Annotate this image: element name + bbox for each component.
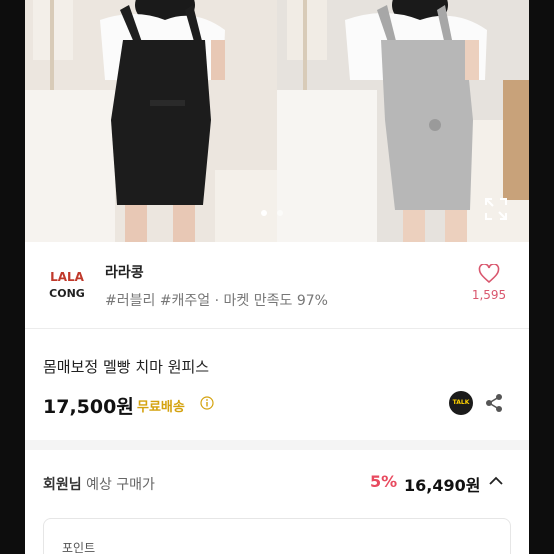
discount-rate: 5% [370, 472, 398, 491]
member-price: 16,490원 [404, 476, 481, 495]
chevron-up-icon[interactable] [488, 473, 504, 489]
heart-icon [478, 264, 500, 284]
gallery-pagination [261, 210, 283, 216]
product-image-gallery[interactable] [25, 0, 529, 242]
like-count: 1,595 [471, 288, 507, 302]
member-price-label: 회원님 예상 구매가 [43, 474, 155, 494]
member-label-bold: 회원님 [43, 477, 82, 493]
shop-tags: #러블리 #캐주얼 · 마켓 만족도 97% [105, 293, 328, 309]
product-title: 몸매보정 멜빵 치마 원피스 [43, 358, 210, 376]
shop-name[interactable]: 라라콩 [105, 262, 144, 282]
shipping-badge: 무료배송 [137, 400, 185, 415]
member-label-rest: 예상 구매가 [81, 477, 155, 493]
seller-section: LALA CONG 라라콩 #러블리 #캐주얼 · 마켓 만족도 97% 1,5… [25, 242, 529, 329]
logo-text-bottom: CONG [49, 287, 85, 300]
like-button[interactable]: 1,595 [469, 264, 509, 302]
product-detail-card: LALA CONG 라라콩 #러블리 #캐주얼 · 마켓 만족도 97% 1,5… [25, 0, 529, 554]
shop-logo[interactable]: LALA CONG [45, 262, 89, 306]
talk-button[interactable]: TALK [449, 391, 473, 415]
logo-text-top: LALA [50, 270, 85, 284]
points-box: 포인트 [43, 518, 511, 554]
expand-icon[interactable] [483, 196, 509, 222]
gallery-dot[interactable] [261, 210, 267, 216]
section-divider [25, 440, 529, 450]
points-label: 포인트 [62, 541, 96, 554]
share-icon[interactable] [483, 392, 505, 414]
info-icon[interactable] [200, 396, 214, 410]
product-photo [25, 0, 529, 242]
gallery-dot[interactable] [277, 210, 283, 216]
product-price: 17,500원 [43, 396, 134, 418]
